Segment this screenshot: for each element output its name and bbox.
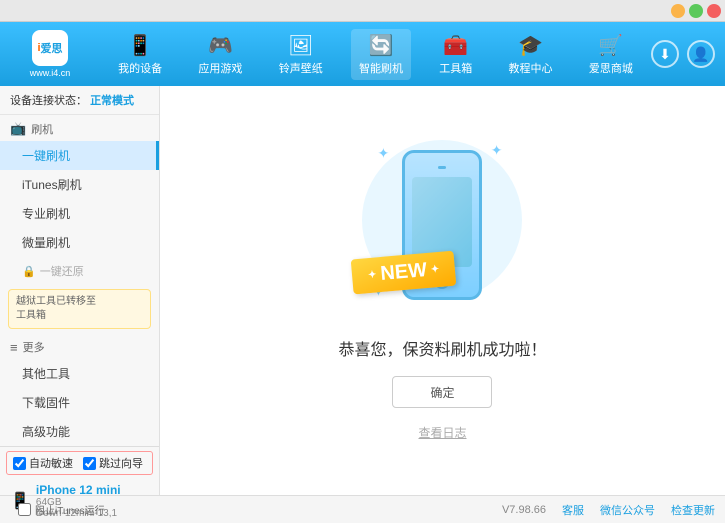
header: i爱思 www.i4.cn 📱 我的设备 🎮 应用游戏 🖼 铃声壁纸 🔄 智能刷… <box>0 22 725 86</box>
nav-wallpaper-label: 铃声壁纸 <box>279 60 323 76</box>
checkbox-auto-jump-input[interactable] <box>13 457 26 470</box>
sparkle-icon-2: ✦ <box>491 142 503 159</box>
goto-log-link[interactable]: 查看日志 <box>418 424 466 441</box>
nav-shop-label: 爱思商城 <box>589 60 633 76</box>
checkbox-auto-jump-label: 自动敏速 <box>29 455 73 471</box>
sidebar-item-itunes-label: iTunes刷机 <box>22 178 82 192</box>
toolbox-icon: 🧰 <box>443 33 468 58</box>
sparkle-icon-1: ✦ <box>377 145 389 162</box>
nav-tutorial-label: 教程中心 <box>509 60 553 76</box>
status-label: 设备连接状态： <box>10 95 87 107</box>
sidebar-item-download-firmware[interactable]: 下载固件 <box>0 388 159 417</box>
nav-wallpaper[interactable]: 🖼 铃声壁纸 <box>271 29 331 80</box>
section-more: ≡ 更多 <box>0 333 159 359</box>
stop-itunes-label: 阻止iTunes运行 <box>35 502 105 517</box>
stop-itunes-checkbox[interactable] <box>18 503 31 516</box>
sidebar-item-advanced-label: 高级功能 <box>22 425 70 439</box>
success-message: 恭喜您，保资料刷机成功啦！ <box>338 336 546 360</box>
section-more-label: 更多 <box>23 339 45 355</box>
sidebar: 设备连接状态： 正常模式 📺 刷机 一键刷机 iTunes刷机 专业刷机 微量刷… <box>0 86 160 495</box>
sidebar-item-download-firmware-label: 下载固件 <box>22 396 70 410</box>
more-section-icon: ≡ <box>10 340 18 355</box>
device-status-bar: 设备连接状态： 正常模式 <box>0 86 159 115</box>
status-value: 正常模式 <box>90 95 134 107</box>
nav-smart-flash[interactable]: 🔄 智能刷机 <box>351 29 411 80</box>
checkbox-skip-wizard-label: 跳过向导 <box>99 455 143 471</box>
bottom-bar: 阻止iTunes运行 V7.98.66 客服 微信公众号 检查更新 <box>0 495 725 523</box>
section-flash: 📺 刷机 <box>0 115 159 141</box>
nav-smart-flash-label: 智能刷机 <box>359 60 403 76</box>
user-button[interactable]: 👤 <box>687 40 715 68</box>
content-area: ✦ ✦ ✦ NEW 恭喜您，保资料刷机成功啦！ 确定 查看日志 <box>160 86 725 495</box>
checkbox-skip-wizard-input[interactable] <box>83 457 96 470</box>
bottom-left: 阻止iTunes运行 <box>10 498 502 521</box>
apps-games-icon: 🎮 <box>208 33 233 58</box>
section-flash-label: 刷机 <box>31 121 53 137</box>
titlebar <box>0 0 725 22</box>
phone-illustration: ✦ ✦ ✦ NEW <box>362 140 522 320</box>
sidebar-item-pro-label: 专业刷机 <box>22 207 70 221</box>
stop-itunes-control: 阻止iTunes运行 <box>10 498 113 521</box>
logo: i爱思 www.i4.cn <box>10 30 90 78</box>
nav-my-device[interactable]: 📱 我的设备 <box>110 29 170 80</box>
sidebar-item-micro-label: 微量刷机 <box>22 236 70 250</box>
smart-flash-icon: 🔄 <box>369 33 394 58</box>
confirm-button[interactable]: 确定 <box>392 376 492 408</box>
bottom-right: V7.98.66 客服 微信公众号 检查更新 <box>502 502 715 518</box>
sidebar-item-itunes[interactable]: iTunes刷机 <box>0 170 159 199</box>
shop-icon: 🛒 <box>598 33 623 58</box>
nav-apps-games-label: 应用游戏 <box>198 60 242 76</box>
logo-url: www.i4.cn <box>30 68 71 78</box>
tutorial-icon: 🎓 <box>518 33 543 58</box>
main-area: 设备连接状态： 正常模式 📺 刷机 一键刷机 iTunes刷机 专业刷机 微量刷… <box>0 86 725 495</box>
download-button[interactable]: ⬇ <box>651 40 679 68</box>
sidebar-item-other-tools-label: 其他工具 <box>22 367 70 381</box>
sidebar-item-other-tools[interactable]: 其他工具 <box>0 359 159 388</box>
minimize-button[interactable] <box>671 4 685 18</box>
sidebar-item-onekey-label: 一键刷机 <box>22 149 70 163</box>
sidebar-notice: 越狱工具已转移至 工具箱 <box>8 289 151 329</box>
sidebar-item-restore-label: 一键还原 <box>40 263 84 279</box>
nav-actions: ⬇ 👤 <box>651 40 715 68</box>
checkbox-skip-wizard[interactable]: 跳过向导 <box>83 455 143 471</box>
sidebar-item-pro[interactable]: 专业刷机 <box>0 199 159 228</box>
success-card: ✦ ✦ ✦ NEW 恭喜您，保资料刷机成功啦！ 确定 查看日志 <box>338 140 546 441</box>
device-name: iPhone 12 mini <box>36 483 121 497</box>
version-label: V7.98.66 <box>502 504 546 516</box>
wallpaper-icon: 🖼 <box>288 33 313 58</box>
nav-toolbox-label: 工具箱 <box>439 60 472 76</box>
logo-icon: i爱思 <box>32 30 68 66</box>
sidebar-item-locked: 🔒 一键还原 <box>0 257 159 285</box>
close-button[interactable] <box>707 4 721 18</box>
wechat-link[interactable]: 微信公众号 <box>600 502 655 518</box>
nav-bar: 📱 我的设备 🎮 应用游戏 🖼 铃声壁纸 🔄 智能刷机 🧰 工具箱 🎓 教程中心 <box>100 29 651 80</box>
flash-section-icon: 📺 <box>10 121 26 137</box>
sidebar-notice-text: 越狱工具已转移至 工具箱 <box>16 296 96 321</box>
nav-shop[interactable]: 🛒 爱思商城 <box>581 29 641 80</box>
nav-tutorial[interactable]: 🎓 教程中心 <box>501 29 561 80</box>
nav-apps-games[interactable]: 🎮 应用游戏 <box>190 29 250 80</box>
update-link[interactable]: 检查更新 <box>671 502 715 518</box>
support-link[interactable]: 客服 <box>562 502 584 518</box>
checkbox-auto-jump[interactable]: 自动敏速 <box>13 455 73 471</box>
sidebar-item-advanced[interactable]: 高级功能 <box>0 417 159 446</box>
my-device-icon: 📱 <box>128 33 153 58</box>
lock-icon: 🔒 <box>22 265 36 278</box>
maximize-button[interactable] <box>689 4 703 18</box>
nav-my-device-label: 我的设备 <box>118 60 162 76</box>
nav-toolbox[interactable]: 🧰 工具箱 <box>431 29 480 80</box>
sidebar-item-micro[interactable]: 微量刷机 <box>0 228 159 257</box>
sidebar-item-onekey[interactable]: 一键刷机 <box>0 141 159 170</box>
checkbox-group: 自动敏速 跳过向导 <box>6 451 153 475</box>
